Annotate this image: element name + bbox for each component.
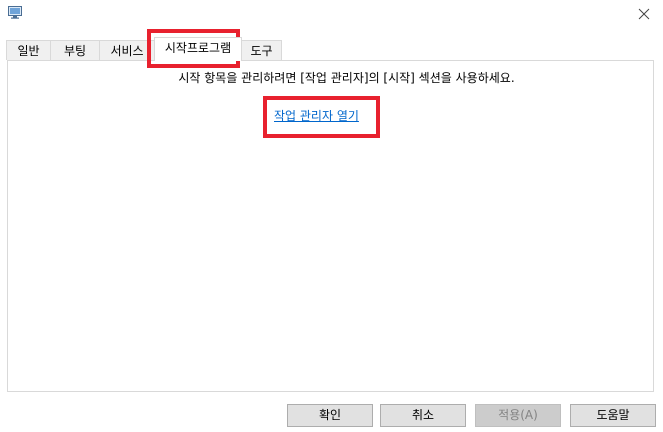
ok-button[interactable]: 확인: [287, 404, 373, 427]
tab-boot[interactable]: 부팅: [50, 40, 100, 60]
open-task-manager-link[interactable]: 작업 관리자 열기: [274, 107, 359, 124]
title-bar: [0, 0, 663, 30]
tab-services[interactable]: 서비스: [99, 40, 155, 60]
msconfig-icon: [8, 6, 22, 19]
tab-tools[interactable]: 도구: [241, 40, 282, 60]
startup-description: 시작 항목을 관리하려면 [작업 관리자]의 [시작] 섹션을 사용하세요.: [178, 71, 515, 85]
cancel-button[interactable]: 취소: [380, 404, 466, 427]
apply-button[interactable]: 적용(A): [475, 404, 561, 427]
help-button[interactable]: 도움말: [570, 404, 656, 427]
tab-startup[interactable]: 시작프로그램: [154, 37, 242, 61]
close-button[interactable]: [629, 2, 659, 26]
tab-general[interactable]: 일반: [6, 40, 51, 60]
close-icon: [638, 8, 650, 20]
